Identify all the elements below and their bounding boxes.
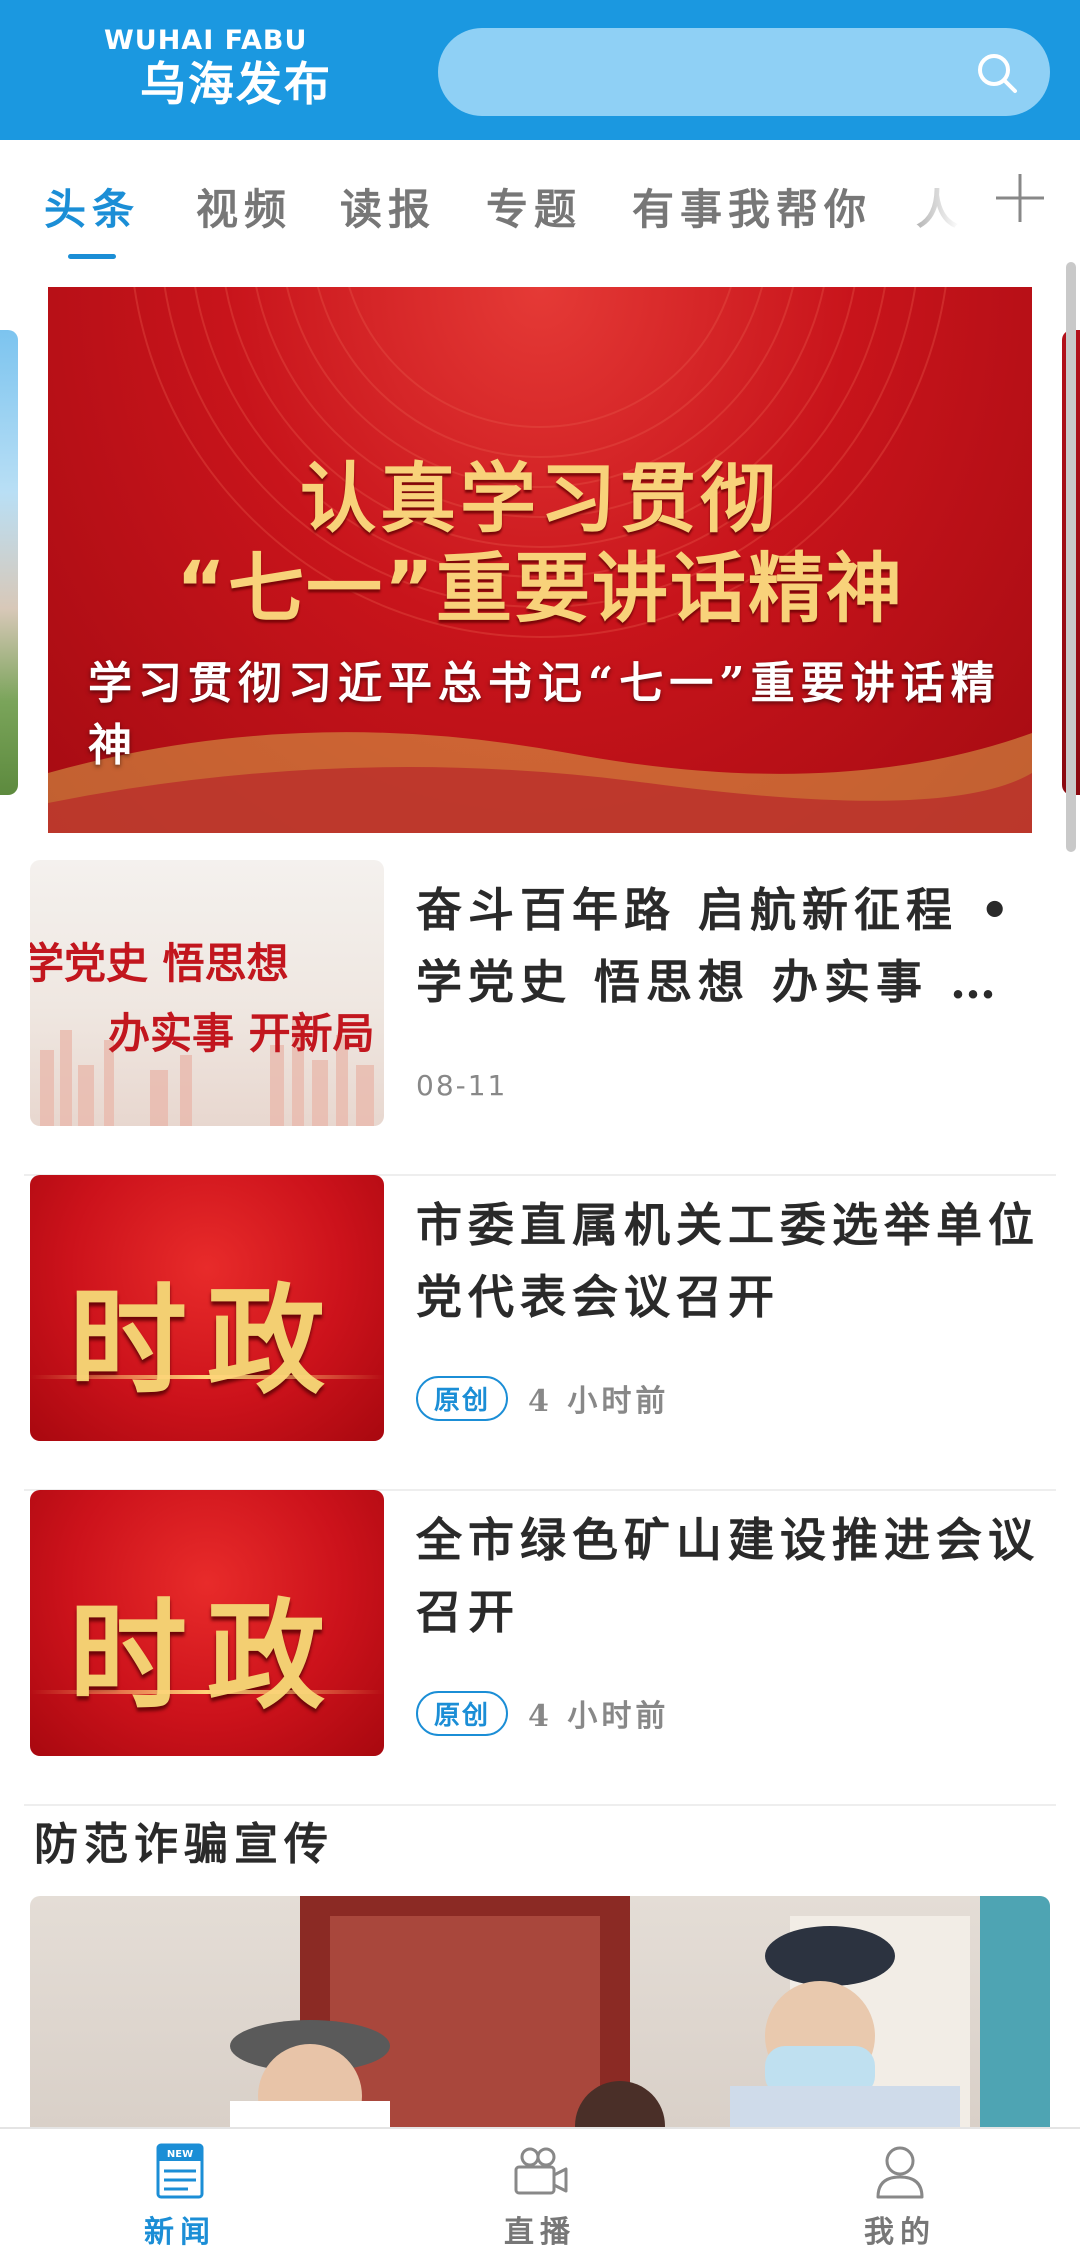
carousel-prev-slide[interactable] xyxy=(0,330,18,795)
tab-video[interactable]: 视频 xyxy=(196,176,292,237)
nav-news[interactable]: NEW 新闻 xyxy=(80,2141,280,2247)
news-thumbnail: 学党史 悟思想 办实事 开新局 xyxy=(30,860,384,1126)
active-tab-indicator xyxy=(68,254,116,259)
nav-profile[interactable]: 我的 xyxy=(800,2141,1000,2247)
bottom-navigation: NEW 新闻 直播 我的 xyxy=(0,2127,1080,2247)
news-thumbnail: 时政 xyxy=(30,1490,384,1756)
app-header: WUHAI FABU 乌海发布 xyxy=(0,0,1080,140)
news-thumbnail: 时政 xyxy=(30,1175,384,1441)
original-badge: 原创 xyxy=(416,1690,509,1736)
news-icon: NEW xyxy=(156,2143,204,2199)
news-time: 4 小时前 xyxy=(528,1699,670,1734)
news-title[interactable]: 市委直属机关工委选举单位党代表会议召开 xyxy=(416,1189,1046,1333)
scrollbar[interactable] xyxy=(1066,262,1076,852)
news-title[interactable]: 奋斗百年路 启航新征程 • 学党史 悟思想 办实事 … xyxy=(416,874,1046,1018)
search-bar[interactable] xyxy=(438,28,1050,116)
add-channel-icon[interactable] xyxy=(992,170,1048,226)
nav-live[interactable]: 直播 xyxy=(440,2141,640,2247)
channel-tabs: 头条 视频 读报 专题 有事我帮你 人 xyxy=(0,140,1080,260)
original-badge: 原创 xyxy=(416,1375,509,1421)
tab-special[interactable]: 专题 xyxy=(486,176,582,237)
search-icon[interactable] xyxy=(974,50,1020,96)
nav-news-label: 新闻 xyxy=(144,2215,216,2247)
news-item[interactable]: 学党史 悟思想 办实事 开新局 奋斗百年路 启航新征程 • 学党史 悟思想 办实… xyxy=(24,860,1056,1176)
thumb-slogan-1: 学党史 悟思想 xyxy=(30,939,289,988)
section-title: 防范诈骗宣传 xyxy=(34,1819,334,1870)
news-item[interactable]: 时政 市委直属机关工委选举单位党代表会议召开 原创 4 小时前 xyxy=(24,1175,1056,1491)
news-meta: 原创 4 小时前 xyxy=(416,1688,669,1738)
logo-english: WUHAI FABU xyxy=(104,25,308,56)
tab-headlines[interactable]: 头条 xyxy=(44,176,140,237)
news-meta: 08-11 xyxy=(416,1060,507,1110)
feature-photo-illustration xyxy=(230,1896,1050,2146)
video-camera-icon xyxy=(514,2147,568,2195)
news-date: 08-11 xyxy=(416,1068,508,1102)
thumb-label: 时政 xyxy=(68,1272,345,1410)
carousel-caption: 学习贯彻习近平总书记“七一”重要讲话精神 xyxy=(88,658,1001,771)
news-time: 4 小时前 xyxy=(528,1384,670,1419)
carousel-banner[interactable]: 认真学习贯彻 “七一”重要讲话精神 学习贯彻习近平总书记“七一”重要讲话精神 xyxy=(48,287,1032,833)
nav-live-label: 直播 xyxy=(504,2215,576,2247)
thumb-gold-line xyxy=(30,1375,384,1379)
nav-profile-label: 我的 xyxy=(864,2215,936,2247)
news-item[interactable]: 时政 全市绿色矿山建设推进会议召开 原创 4 小时前 xyxy=(24,1490,1056,1806)
banner-headline-line2: “七一”重要讲话精神 xyxy=(176,544,904,633)
tab-help[interactable]: 有事我帮你 xyxy=(632,176,872,237)
logo-chinese: 乌海发布 xyxy=(140,57,332,111)
feature-image[interactable] xyxy=(30,1896,1050,2146)
thumb-slogan-2: 办实事 开新局 xyxy=(108,1009,375,1058)
news-title[interactable]: 全市绿色矿山建设推进会议召开 xyxy=(416,1504,1046,1648)
user-icon xyxy=(876,2146,924,2199)
news-meta: 原创 4 小时前 xyxy=(416,1373,669,1423)
headline-carousel[interactable]: 认真学习贯彻 “七一”重要讲话精神 学习贯彻习近平总书记“七一”重要讲话精神 xyxy=(0,285,1080,835)
thumb-label: 时政 xyxy=(68,1587,345,1725)
app-logo: WUHAI FABU 乌海发布 xyxy=(104,26,332,112)
thumb-gold-line xyxy=(30,1690,384,1694)
tab-fade xyxy=(880,140,980,260)
tab-newspaper[interactable]: 读报 xyxy=(340,176,436,237)
news-icon-text: NEW xyxy=(167,2149,193,2160)
